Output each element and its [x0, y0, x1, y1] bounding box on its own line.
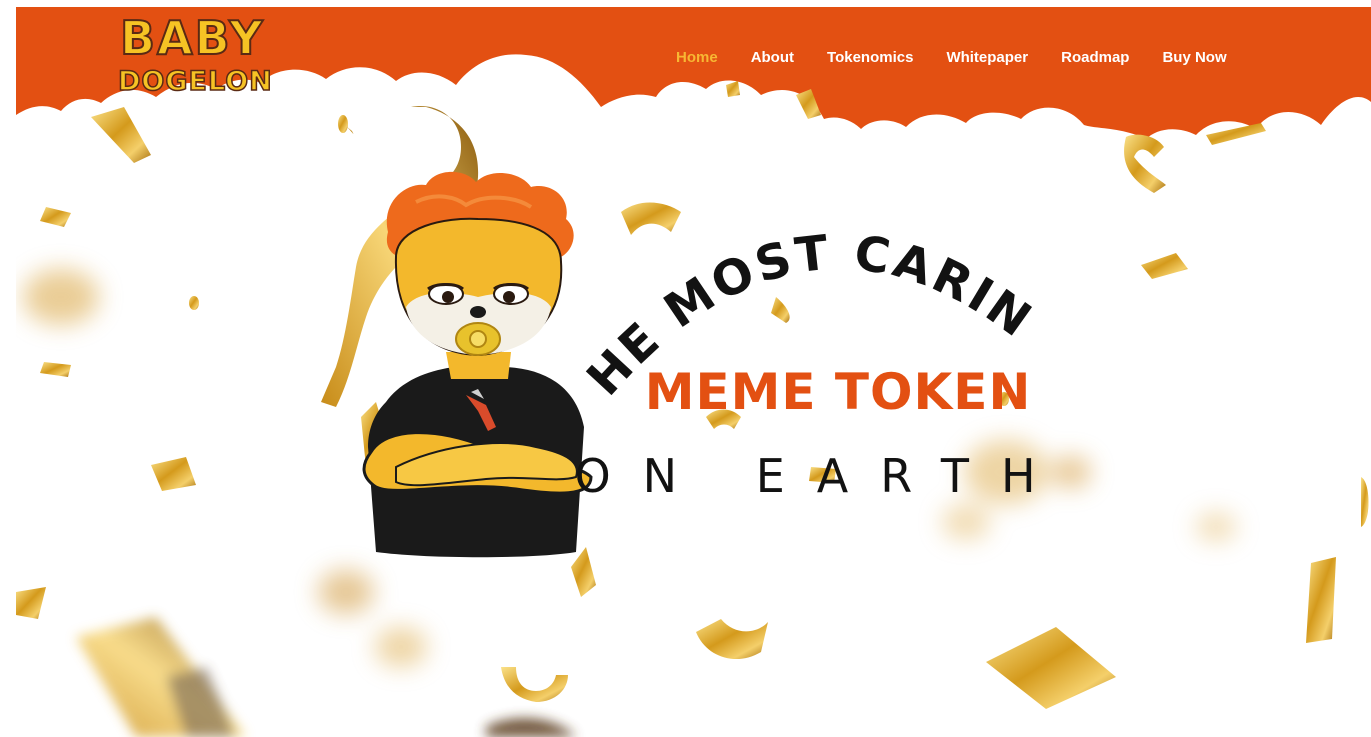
- hero-line-3: ON EARTH: [574, 449, 1067, 503]
- mascot-illustration: [362, 171, 593, 558]
- page-frame: BABY DOGELON Home About Tokenomics White…: [16, 7, 1371, 737]
- hero-line-2: MEME TOKEN: [645, 363, 1032, 421]
- hero-content: THE MOST CARING MEME TOKEN ON EARTH: [16, 7, 1067, 558]
